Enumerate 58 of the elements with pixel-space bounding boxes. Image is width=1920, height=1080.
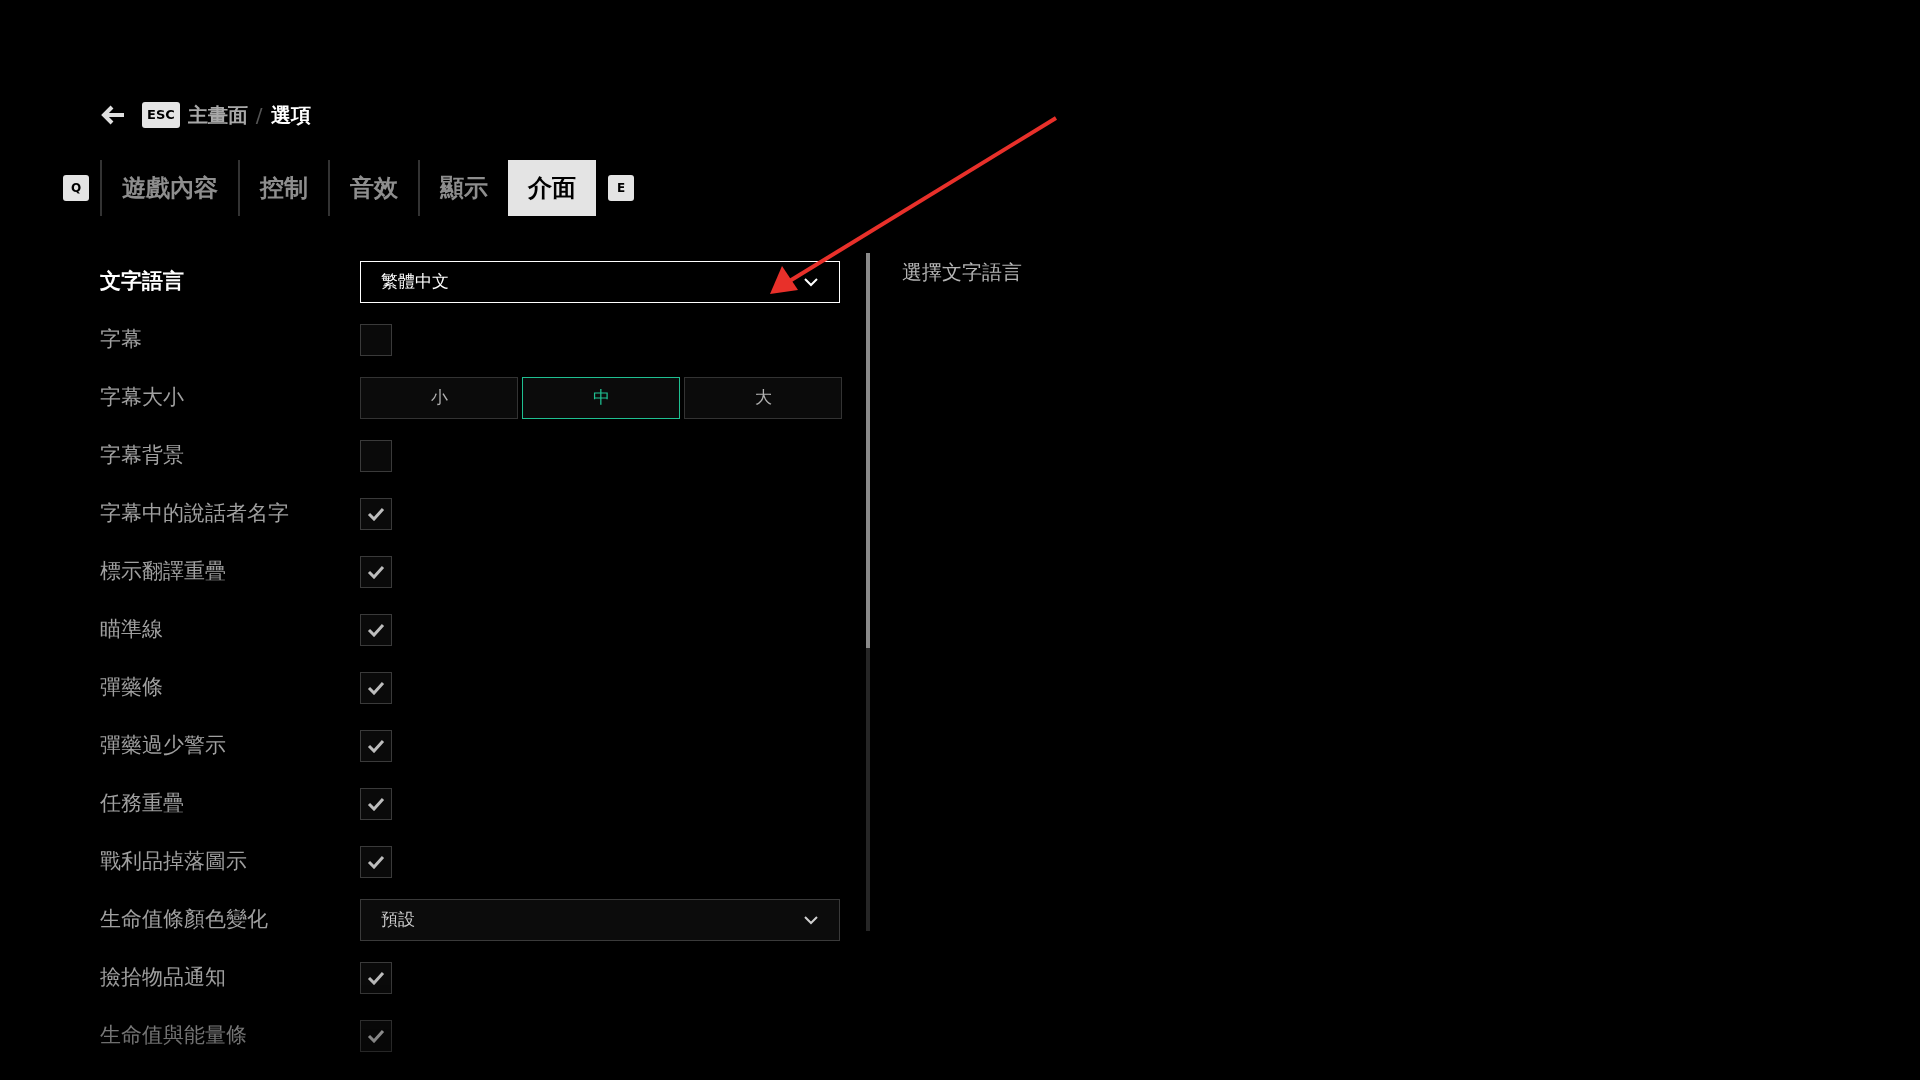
check-icon xyxy=(367,971,385,985)
checkbox[interactable] xyxy=(360,614,392,646)
dropdown[interactable]: 繁體中文 xyxy=(360,261,840,303)
checkbox[interactable] xyxy=(360,440,392,472)
check-icon xyxy=(367,855,385,869)
checkbox[interactable] xyxy=(360,962,392,994)
breadcrumb-separator: / xyxy=(255,102,263,129)
checkbox[interactable] xyxy=(360,846,392,878)
size-option[interactable]: 大 xyxy=(684,377,842,419)
setting-label: 生命值與能量條 xyxy=(100,1022,248,1050)
dropdown[interactable]: 預設 xyxy=(360,899,840,941)
checkbox[interactable] xyxy=(360,498,392,530)
scrollbar-track[interactable] xyxy=(866,253,870,931)
dropdown-value: 預設 xyxy=(381,908,415,932)
tab[interactable]: 遊戲內容 xyxy=(102,160,238,216)
setting-label: 生命值條顏色變化 xyxy=(100,906,269,934)
size-option[interactable]: 小 xyxy=(360,377,518,419)
setting-label: 瞄準線 xyxy=(100,616,164,644)
checkbox[interactable] xyxy=(360,556,392,588)
breadcrumb-current: 選項 xyxy=(270,102,311,129)
scrollbar-thumb[interactable] xyxy=(866,253,870,648)
size-option[interactable]: 中 xyxy=(522,377,680,419)
checkbox[interactable] xyxy=(360,672,392,704)
setting-label: 字幕大小 xyxy=(100,384,185,412)
setting-label: 字幕 xyxy=(100,326,143,354)
back-arrow-icon[interactable] xyxy=(100,105,126,125)
setting-label: 彈藥條 xyxy=(100,674,164,702)
setting-label: 文字語言 xyxy=(100,268,185,296)
setting-label: 字幕中的說話者名字 xyxy=(100,500,290,528)
check-icon xyxy=(367,623,385,637)
checkbox[interactable] xyxy=(360,730,392,762)
check-icon xyxy=(367,681,385,695)
breadcrumb-link[interactable]: 主畫面 xyxy=(187,100,248,130)
setting-label: 任務重疊 xyxy=(100,790,185,818)
dropdown-value: 繁體中文 xyxy=(381,270,449,294)
chevron-down-icon xyxy=(803,277,819,287)
setting-label: 標示翻譯重疊 xyxy=(100,558,227,586)
check-icon xyxy=(367,797,385,811)
setting-label: 彈藥過少警示 xyxy=(100,732,227,760)
checkbox[interactable] xyxy=(360,1020,392,1052)
check-icon xyxy=(367,507,385,521)
tab[interactable]: 顯示 xyxy=(420,160,508,216)
checkbox[interactable] xyxy=(360,788,392,820)
setting-label: 撿拾物品通知 xyxy=(100,964,227,992)
key-hint: Q xyxy=(63,175,89,201)
key-hint: ESC xyxy=(142,102,180,128)
key-hint: E xyxy=(608,175,634,201)
checkbox[interactable] xyxy=(360,324,392,356)
tab[interactable]: 介面 xyxy=(508,160,596,216)
tab[interactable]: 控制 xyxy=(240,160,328,216)
check-icon xyxy=(367,739,385,753)
setting-label: 戰利品掉落圖示 xyxy=(100,848,248,876)
setting-label: 字幕背景 xyxy=(100,442,185,470)
setting-description: 選擇文字語言 xyxy=(902,259,1022,286)
chevron-down-icon xyxy=(803,915,819,925)
check-icon xyxy=(367,1029,385,1043)
tab[interactable]: 音效 xyxy=(330,160,418,216)
check-icon xyxy=(367,565,385,579)
